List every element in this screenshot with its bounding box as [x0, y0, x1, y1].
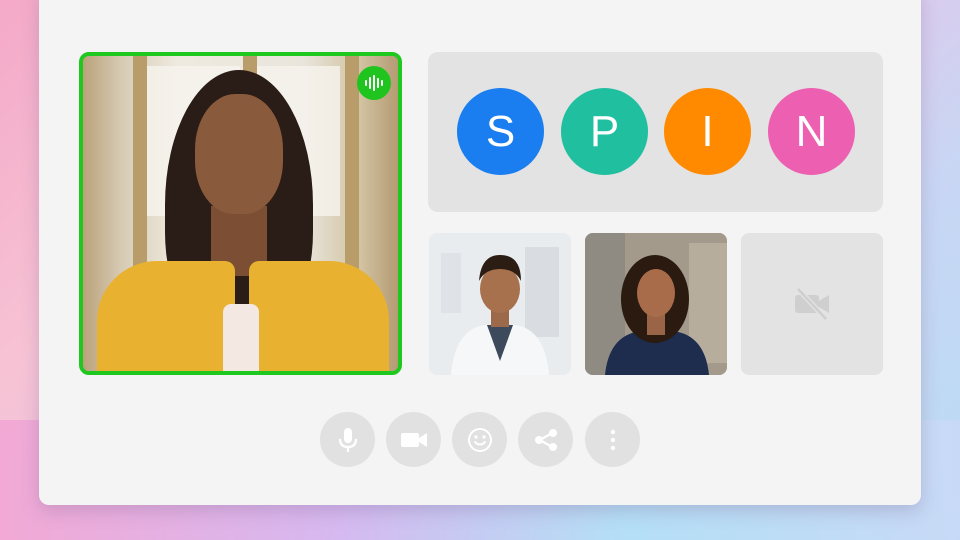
microphone-button[interactable]	[320, 412, 375, 467]
more-vertical-icon	[610, 429, 615, 450]
avatar-initial: P	[589, 106, 620, 156]
share-button[interactable]	[518, 412, 573, 467]
avatar-initial: S	[485, 106, 516, 156]
participant-avatars-panel: S P I N	[428, 52, 883, 212]
avatar-n[interactable]: N	[768, 88, 855, 175]
avatar-initial: N	[795, 106, 828, 156]
share-icon	[534, 428, 557, 451]
participant-video-woman	[585, 233, 727, 375]
participant-tile-woman[interactable]	[585, 233, 727, 375]
video-camera-icon	[400, 432, 427, 447]
participant-video-man	[429, 233, 571, 375]
more-options-button[interactable]	[585, 412, 640, 467]
avatar-i[interactable]: I	[664, 88, 751, 175]
speaking-indicator	[357, 66, 391, 100]
avatar-initial: I	[701, 106, 714, 156]
main-speaker-video	[83, 56, 398, 371]
participant-tile-camera-off[interactable]	[741, 233, 883, 375]
camera-button[interactable]	[386, 412, 441, 467]
emoji-icon	[467, 427, 492, 452]
participant-tile-man[interactable]	[429, 233, 571, 375]
microphone-icon	[338, 427, 357, 452]
avatar-p[interactable]: P	[561, 88, 648, 175]
audio-waveform-icon	[365, 75, 383, 91]
avatar-s[interactable]: S	[457, 88, 544, 175]
video-off-icon	[795, 287, 829, 321]
main-speaker-tile[interactable]	[79, 52, 402, 375]
reactions-button[interactable]	[452, 412, 507, 467]
